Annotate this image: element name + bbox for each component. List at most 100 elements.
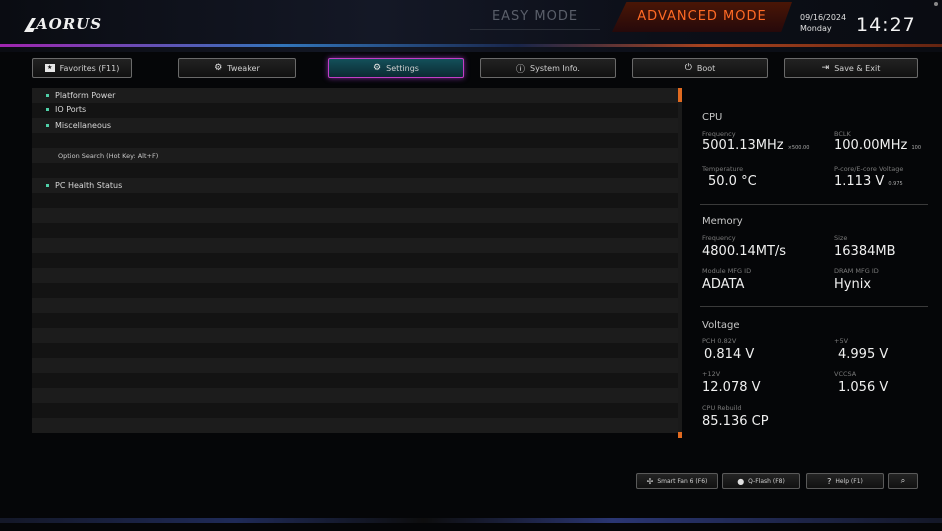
cpu-temperature-value: 50.0 °C (708, 174, 757, 189)
smart-fan-label: Smart Fan 6 (F6) (657, 477, 708, 485)
tab-label: Favorites (F11) (59, 63, 120, 73)
memory-frequency-value: 4800.14MT/s (702, 244, 787, 259)
option-search-hint[interactable]: Option Search (Hot Key: Alt+F) (58, 150, 158, 163)
tweaker-icon: ⚙ (214, 63, 223, 73)
list-row-stripe (32, 298, 678, 313)
list-row-stripe (32, 178, 678, 193)
dram-mfg-value: Hynix (834, 277, 872, 292)
dram-mfg-label: DRAM MFG ID (834, 267, 879, 275)
list-row-stripe (32, 343, 678, 358)
help-button[interactable]: ? Help (F1) (806, 473, 884, 489)
advanced-mode-button[interactable]: ADVANCED MODE (612, 2, 792, 32)
tab-tweaker[interactable]: ⚙ Tweaker (178, 58, 296, 78)
tab-label: Tweaker (227, 63, 260, 73)
v5-value: 4.995 V (838, 347, 889, 362)
menu-item-miscellaneous[interactable]: Miscellaneous (46, 119, 111, 132)
tab-favorites[interactable]: ★ Favorites (F11) (32, 58, 132, 78)
footer-decoration (0, 518, 942, 523)
menu-item-label: PC Health Status (55, 181, 123, 190)
list-row-stripe (32, 163, 678, 178)
day-text: Monday (800, 24, 832, 33)
memory-size-value: 16384MB (834, 244, 896, 259)
tab-boot[interactable]: ⏻ Boot (632, 58, 768, 78)
qflash-label: Q-Flash (F8) (748, 477, 785, 485)
tab-label: Settings (386, 63, 419, 73)
gear-icon: ⚙ (373, 63, 382, 73)
tab-label: Boot (696, 63, 716, 73)
time-display: 14:27 (856, 14, 916, 36)
easy-mode-button[interactable]: EASY MODE (470, 4, 600, 30)
scrollbar-thumb[interactable] (678, 88, 682, 102)
brand-logo-text: AORUS (36, 15, 103, 33)
vccsa-label: VCCSA (834, 370, 857, 378)
list-row-stripe (32, 403, 678, 418)
star-box-icon: ★ (44, 64, 55, 72)
bullet-icon (46, 108, 49, 111)
list-row-stripe (32, 253, 678, 268)
settings-list: Platform Power IO Ports Miscellaneous Op… (32, 88, 678, 436)
list-row-stripe (32, 283, 678, 298)
smart-fan-button[interactable]: ✢ Smart Fan 6 (F6) (636, 473, 718, 489)
list-row-stripe (32, 373, 678, 388)
help-label: Help (F1) (835, 477, 863, 485)
date-display: 09/16/2024 Monday (800, 12, 856, 34)
cpu-temperature-label: Temperature (702, 165, 744, 173)
bullet-icon (46, 94, 49, 97)
module-mfg-label: Module MFG ID (702, 267, 752, 275)
list-row-stripe (32, 103, 678, 118)
corner-dot (934, 2, 938, 6)
list-row-stripe (32, 208, 678, 223)
tab-system-info[interactable]: ⓘ System Info. (480, 58, 616, 78)
info-icon: ⓘ (516, 64, 526, 75)
list-row-stripe (32, 193, 678, 208)
pch-voltage-label: PCH 0.82V (702, 337, 737, 345)
list-row-stripe (32, 238, 678, 253)
help-icon: ? (827, 476, 832, 486)
menu-item-platform-power[interactable]: Platform Power (46, 89, 115, 102)
qflash-icon: ● (737, 476, 745, 486)
tab-label: Save & Exit (834, 63, 881, 73)
v5-label: +5V (834, 337, 849, 345)
menu-item-label: Platform Power (55, 91, 116, 100)
section-divider (700, 204, 928, 205)
cpu-rebuild-label: CPU Rebuild (702, 404, 742, 412)
menu-item-label: IO Ports (55, 105, 87, 114)
bullet-icon (46, 124, 49, 127)
exit-icon: ⇥ (821, 63, 830, 73)
hardware-info-panel: CPU Frequency 5001.13MHz ×500.00 BCLK 10… (688, 90, 930, 446)
scrollbar-end-marker (678, 432, 682, 438)
power-icon: ⏻ (684, 63, 692, 73)
module-mfg-value: ADATA (702, 277, 745, 292)
menu-item-io-ports[interactable]: IO Ports (46, 103, 86, 116)
menu-item-label: Miscellaneous (55, 121, 112, 130)
list-row-stripe (32, 133, 678, 148)
list-row-stripe (32, 88, 678, 103)
memory-size-label: Size (834, 234, 848, 242)
cpu-frequency-value: 5001.13MHz ×500.00 (702, 138, 810, 153)
v12-value: 12.078 V (702, 380, 761, 395)
search-button[interactable]: ⌕ (888, 473, 918, 489)
v12-label: +12V (702, 370, 721, 378)
vcore-value: 1.113 V 0.975 (834, 174, 903, 189)
qflash-button[interactable]: ● Q-Flash (F8) (722, 473, 800, 489)
tab-settings[interactable]: ⚙ Settings (328, 58, 464, 78)
date-text: 09/16/2024 (800, 13, 847, 22)
main-nav-tabs: ★ Favorites (F11) ⚙ Tweaker ⚙ Settings ⓘ… (32, 58, 922, 80)
list-row-stripe (32, 118, 678, 133)
list-row-stripe (32, 223, 678, 238)
menu-item-pc-health-status[interactable]: PC Health Status (46, 179, 122, 192)
bclk-label: BCLK (834, 130, 851, 138)
list-row-stripe (32, 358, 678, 373)
cpu-frequency-label: Frequency (702, 130, 736, 138)
cpu-rebuild-value: 85.136 CP (702, 414, 769, 429)
search-icon: ⌕ (900, 476, 906, 485)
list-row-stripe (32, 388, 678, 403)
list-row-stripe (32, 313, 678, 328)
list-row-stripe (32, 328, 678, 343)
voltage-section-title: Voltage (702, 320, 740, 331)
tab-save-exit[interactable]: ⇥ Save & Exit (784, 58, 918, 78)
list-row-stripe (32, 268, 678, 283)
vcore-label: P-core/E-core Voltage (834, 165, 904, 173)
settings-scrollbar[interactable] (678, 88, 682, 438)
bullet-icon (46, 184, 49, 187)
